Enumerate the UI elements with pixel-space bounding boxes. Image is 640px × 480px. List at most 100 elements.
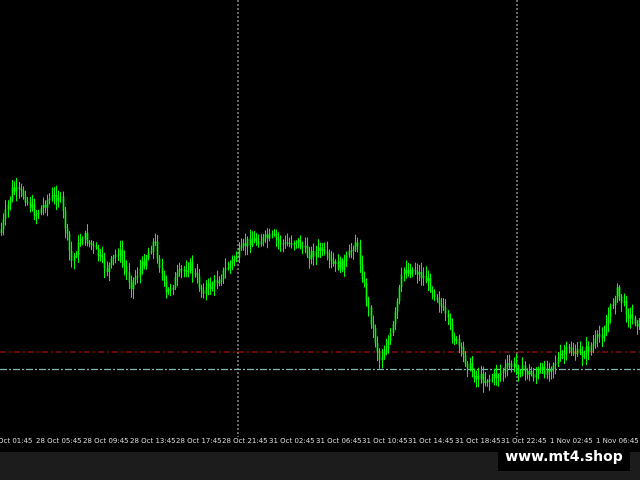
candle-body (409, 270, 412, 275)
candle-body (211, 286, 214, 289)
candle-body (345, 255, 348, 262)
candle-body (440, 304, 443, 306)
time-tick-label: 31 Oct 10:45 (362, 437, 408, 445)
candle-body (46, 200, 49, 208)
candle-body (539, 369, 542, 371)
candle-body (132, 279, 135, 290)
candle-body (460, 346, 463, 348)
candle-body (268, 233, 271, 239)
candle-body (81, 239, 84, 243)
candle-body (343, 261, 346, 270)
candle-body (438, 299, 441, 305)
candle-body (594, 338, 597, 344)
candle-body (145, 258, 148, 267)
candle-body (101, 254, 104, 258)
candle-body (158, 258, 161, 269)
candle-body (284, 242, 287, 244)
candle-body (218, 281, 221, 284)
candle-body (266, 234, 269, 239)
price-chart[interactable] (0, 0, 640, 437)
candle-body (299, 239, 302, 248)
candle-body (473, 371, 476, 380)
candle-body (513, 363, 516, 367)
candle-body (48, 198, 51, 201)
candle-body (337, 261, 340, 269)
candle-body (75, 255, 78, 257)
candle-body (310, 251, 313, 260)
candle-body (275, 233, 278, 239)
candle-body (95, 245, 98, 248)
candle-body (592, 343, 595, 347)
candle-body (519, 372, 522, 375)
candle-body (112, 257, 115, 259)
candle-body (35, 215, 38, 217)
candle-body (251, 240, 254, 245)
candle-body (321, 248, 324, 251)
candle-body (209, 283, 212, 289)
candle-body (262, 236, 265, 242)
candle-body (425, 276, 428, 282)
candle-body (114, 254, 117, 258)
candle-body (117, 254, 120, 256)
candle-body (392, 324, 395, 333)
candle-body (213, 280, 216, 287)
candle-body (233, 259, 236, 261)
candle-body (189, 262, 192, 271)
candle-body (152, 241, 155, 252)
candle-body (240, 245, 243, 249)
candle-body (339, 260, 342, 269)
candle-body (607, 316, 610, 325)
candle-body (480, 373, 483, 380)
price-chart-canvas[interactable] (0, 0, 640, 437)
candle-body (227, 268, 230, 270)
candle-body (535, 374, 538, 378)
watermark-badge: www.mt4.shop (498, 443, 630, 471)
time-tick-label: 31 Oct 02:45 (269, 437, 315, 445)
candle-body (20, 189, 23, 191)
candle-body (508, 363, 511, 365)
candle-body (420, 272, 423, 278)
candle-body (147, 252, 150, 259)
candle-body (139, 268, 142, 276)
candle-body (260, 241, 263, 245)
candle-body (576, 348, 579, 354)
candle-body (108, 264, 111, 273)
candle-body (165, 280, 168, 293)
candle-body (334, 261, 337, 264)
candle-body (224, 268, 227, 270)
candle-body (403, 270, 406, 275)
time-tick-label: 28 Oct 05:45 (36, 437, 82, 445)
candle-body (326, 251, 329, 254)
candle-body (2, 218, 5, 230)
candle-body (235, 257, 238, 260)
candle-body (222, 269, 225, 280)
candle-body (40, 208, 43, 213)
candle-body (297, 239, 300, 243)
candle-body (308, 255, 311, 260)
candle-body (70, 250, 73, 261)
candle-body (350, 250, 353, 252)
candle-body (363, 278, 366, 284)
candle-body (216, 280, 219, 284)
candle-body (603, 333, 606, 338)
candle-body (106, 268, 109, 273)
candle-body (570, 347, 573, 353)
candle-body (18, 187, 21, 190)
candle-body (387, 340, 390, 349)
candle-body (64, 211, 67, 229)
candle-body (376, 342, 379, 353)
candle-body (103, 257, 106, 269)
candle-body (352, 249, 355, 251)
candle-body (444, 307, 447, 314)
candle-body (141, 261, 144, 269)
candle-body (57, 197, 60, 202)
candle-body (581, 352, 584, 357)
candle-body (277, 238, 280, 241)
time-tick-label: 28 Oct 09:45 (83, 437, 129, 445)
candle-body (174, 277, 177, 288)
candle-body (442, 305, 445, 308)
candle-body (282, 243, 285, 245)
candle-body (33, 204, 36, 217)
candle-body (502, 371, 505, 373)
candle-body (431, 290, 434, 293)
